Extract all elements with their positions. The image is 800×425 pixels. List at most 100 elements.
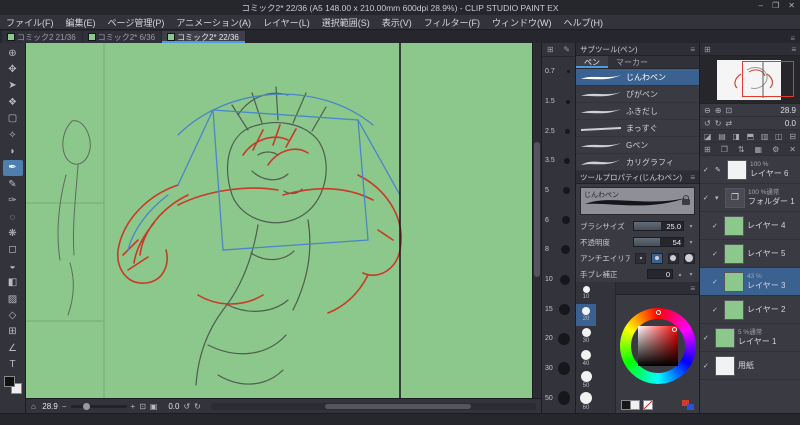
size-option[interactable]: 0.7 bbox=[542, 57, 575, 87]
set-as-reference-icon[interactable]: ⊟ bbox=[789, 132, 796, 141]
anti-aliasing-medium-button[interactable] bbox=[667, 252, 679, 264]
visibility-icon[interactable]: ✓ bbox=[703, 334, 712, 342]
size-option[interactable]: 20 bbox=[542, 324, 575, 354]
size-option[interactable]: 10 bbox=[542, 265, 575, 295]
navigator-view-rectangle[interactable] bbox=[742, 60, 794, 98]
size-option[interactable]: 1.5 bbox=[542, 87, 575, 117]
grid-icon[interactable]: ⊞ bbox=[547, 45, 554, 54]
delete-layer-icon[interactable]: ✕ bbox=[789, 145, 796, 154]
saturation-value-square[interactable] bbox=[637, 326, 678, 366]
close-button[interactable]: ✕ bbox=[788, 1, 795, 10]
rotate-left-icon[interactable]: ↺ bbox=[183, 402, 190, 411]
figure-tool-icon[interactable]: ◇ bbox=[3, 307, 23, 323]
lock-icon[interactable] bbox=[682, 195, 690, 205]
tab-comic2-21[interactable]: コミック2 21/36 bbox=[2, 31, 82, 43]
opacity-icon[interactable]: ◨ bbox=[732, 132, 740, 141]
size-cell[interactable]: 10 bbox=[576, 282, 596, 304]
grid-icon[interactable]: ⊞ bbox=[704, 45, 711, 54]
subtool-tab-pen[interactable]: ペン bbox=[576, 56, 608, 68]
layer-row[interactable]: ✓ 5 %通常 レイヤー 1 bbox=[700, 324, 800, 352]
ruler-icon[interactable]: ▥ bbox=[761, 132, 769, 141]
actual-size-icon[interactable]: ▣ bbox=[150, 402, 158, 411]
rotate-right-icon[interactable]: ↻ bbox=[194, 402, 201, 411]
size-option[interactable]: 50 bbox=[542, 383, 575, 413]
size-cell[interactable]: 20 bbox=[576, 303, 596, 326]
visibility-icon[interactable]: ✓ bbox=[703, 362, 712, 370]
menu-window[interactable]: ウィンドウ(W) bbox=[486, 16, 558, 29]
panel-menu-icon[interactable]: ≡ bbox=[791, 45, 796, 54]
airbrush-tool-icon[interactable]: ◌ bbox=[3, 209, 23, 225]
menu-file[interactable]: ファイル(F) bbox=[0, 16, 60, 29]
sv-marker[interactable] bbox=[671, 327, 677, 332]
rotate-right-icon[interactable]: ↻ bbox=[715, 119, 722, 128]
brush-tool-icon[interactable]: ✑ bbox=[3, 193, 23, 209]
subtool-tab-marker[interactable]: マーカー bbox=[608, 56, 656, 68]
size-option[interactable]: 3.5 bbox=[542, 146, 575, 176]
color-set-icon[interactable] bbox=[682, 400, 694, 410]
stabilization-value[interactable]: 0 bbox=[647, 269, 673, 279]
visibility-icon[interactable]: ✓ bbox=[712, 278, 721, 286]
tab-comic2-6[interactable]: コミック2* 6/36 bbox=[82, 31, 162, 43]
fit-icon[interactable]: ⊡ bbox=[725, 106, 732, 115]
combine-mode-icon[interactable]: ◪ bbox=[704, 132, 712, 141]
brush-item[interactable]: じんわペン bbox=[576, 69, 699, 86]
menu-view[interactable]: 表示(V) bbox=[376, 16, 418, 29]
tab-list-menu-icon[interactable]: ≡ bbox=[785, 34, 800, 43]
size-cell[interactable]: 60 bbox=[576, 391, 596, 413]
selection-tool-icon[interactable]: ▢ bbox=[3, 111, 23, 127]
zoom-in-button[interactable]: + bbox=[131, 402, 136, 411]
brush-item[interactable]: ぴがペン bbox=[576, 86, 699, 103]
brush-size-dropdown-icon[interactable]: ▾ bbox=[687, 223, 695, 230]
fill-tool-icon[interactable]: ◧ bbox=[3, 274, 23, 290]
text-tool-icon[interactable]: T bbox=[3, 356, 23, 372]
vertical-scrollbar-thumb[interactable] bbox=[534, 142, 540, 278]
zoom-slider[interactable] bbox=[70, 402, 127, 410]
horizontal-scrollbar[interactable] bbox=[210, 402, 536, 410]
lock-alpha-icon[interactable]: ⬒ bbox=[747, 132, 755, 141]
zoom-in-icon[interactable]: ⊕ bbox=[715, 106, 722, 115]
stabilization-up-icon[interactable]: ▴ bbox=[676, 271, 684, 278]
menu-help[interactable]: ヘルプ(H) bbox=[558, 16, 610, 29]
hue-ring[interactable] bbox=[619, 308, 696, 384]
zoom-tool-icon[interactable]: ⊕ bbox=[3, 45, 23, 61]
size-cell[interactable]: 40 bbox=[576, 347, 596, 369]
pen-icon[interactable]: ✎ bbox=[563, 45, 570, 54]
layer-row[interactable]: ✓ ✎ 100 % レイヤー 6 bbox=[700, 156, 800, 184]
vertical-scrollbar[interactable] bbox=[532, 43, 541, 398]
sub-color-chip[interactable] bbox=[630, 400, 640, 410]
layer-settings-icon[interactable]: ⚙ bbox=[772, 145, 779, 154]
flip-icon[interactable]: ⇄ bbox=[725, 119, 732, 128]
visibility-icon[interactable]: ✓ bbox=[712, 222, 721, 230]
menu-filter[interactable]: フィルター(F) bbox=[418, 16, 486, 29]
brush-item[interactable]: ふきだし bbox=[576, 103, 699, 120]
brush-size-slider[interactable]: 25.0 bbox=[633, 221, 684, 231]
horizontal-scrollbar-thumb[interactable] bbox=[324, 403, 471, 409]
panel-menu-icon[interactable]: ≡ bbox=[690, 173, 695, 182]
layer-row[interactable]: ✓ レイヤー 5 bbox=[700, 240, 800, 268]
move-tool-icon[interactable]: ✥ bbox=[3, 61, 23, 77]
new-folder-icon[interactable]: ❐ bbox=[721, 145, 728, 154]
visibility-icon[interactable]: ✓ bbox=[712, 306, 721, 314]
layer-row-selected[interactable]: ✓ 43 % レイヤー 3 bbox=[700, 268, 800, 296]
main-sub-color-chips[interactable] bbox=[3, 375, 22, 394]
stabilization-down-icon[interactable]: ▾ bbox=[687, 271, 695, 278]
ruler-tool-icon[interactable]: ∠ bbox=[3, 340, 23, 356]
anti-aliasing-strong-button[interactable] bbox=[683, 252, 695, 264]
mask-icon[interactable]: ◫ bbox=[775, 132, 783, 141]
anti-aliasing-none-button[interactable] bbox=[635, 252, 647, 264]
menu-animation[interactable]: アニメーション(A) bbox=[170, 16, 257, 29]
visibility-icon[interactable]: ✓ bbox=[712, 250, 721, 258]
fit-to-screen-icon[interactable]: ⊡ bbox=[139, 402, 146, 411]
decoration-tool-icon[interactable]: ❋ bbox=[3, 225, 23, 241]
minimize-button[interactable]: – bbox=[759, 1, 763, 10]
pencil-tool-icon[interactable]: ✎ bbox=[3, 176, 23, 192]
main-color-chip[interactable] bbox=[3, 375, 15, 387]
expand-arrow-icon[interactable]: ▾ bbox=[715, 194, 722, 202]
panel-menu-icon[interactable]: ≡ bbox=[690, 284, 695, 293]
lock-layer-icon[interactable]: ▤ bbox=[718, 132, 726, 141]
frame-tool-icon[interactable]: ⊞ bbox=[3, 324, 23, 340]
size-cell[interactable]: 50 bbox=[576, 369, 596, 391]
size-option[interactable]: 8 bbox=[542, 235, 575, 265]
hue-marker[interactable] bbox=[655, 310, 661, 315]
menu-layer[interactable]: レイヤー(L) bbox=[257, 16, 316, 29]
